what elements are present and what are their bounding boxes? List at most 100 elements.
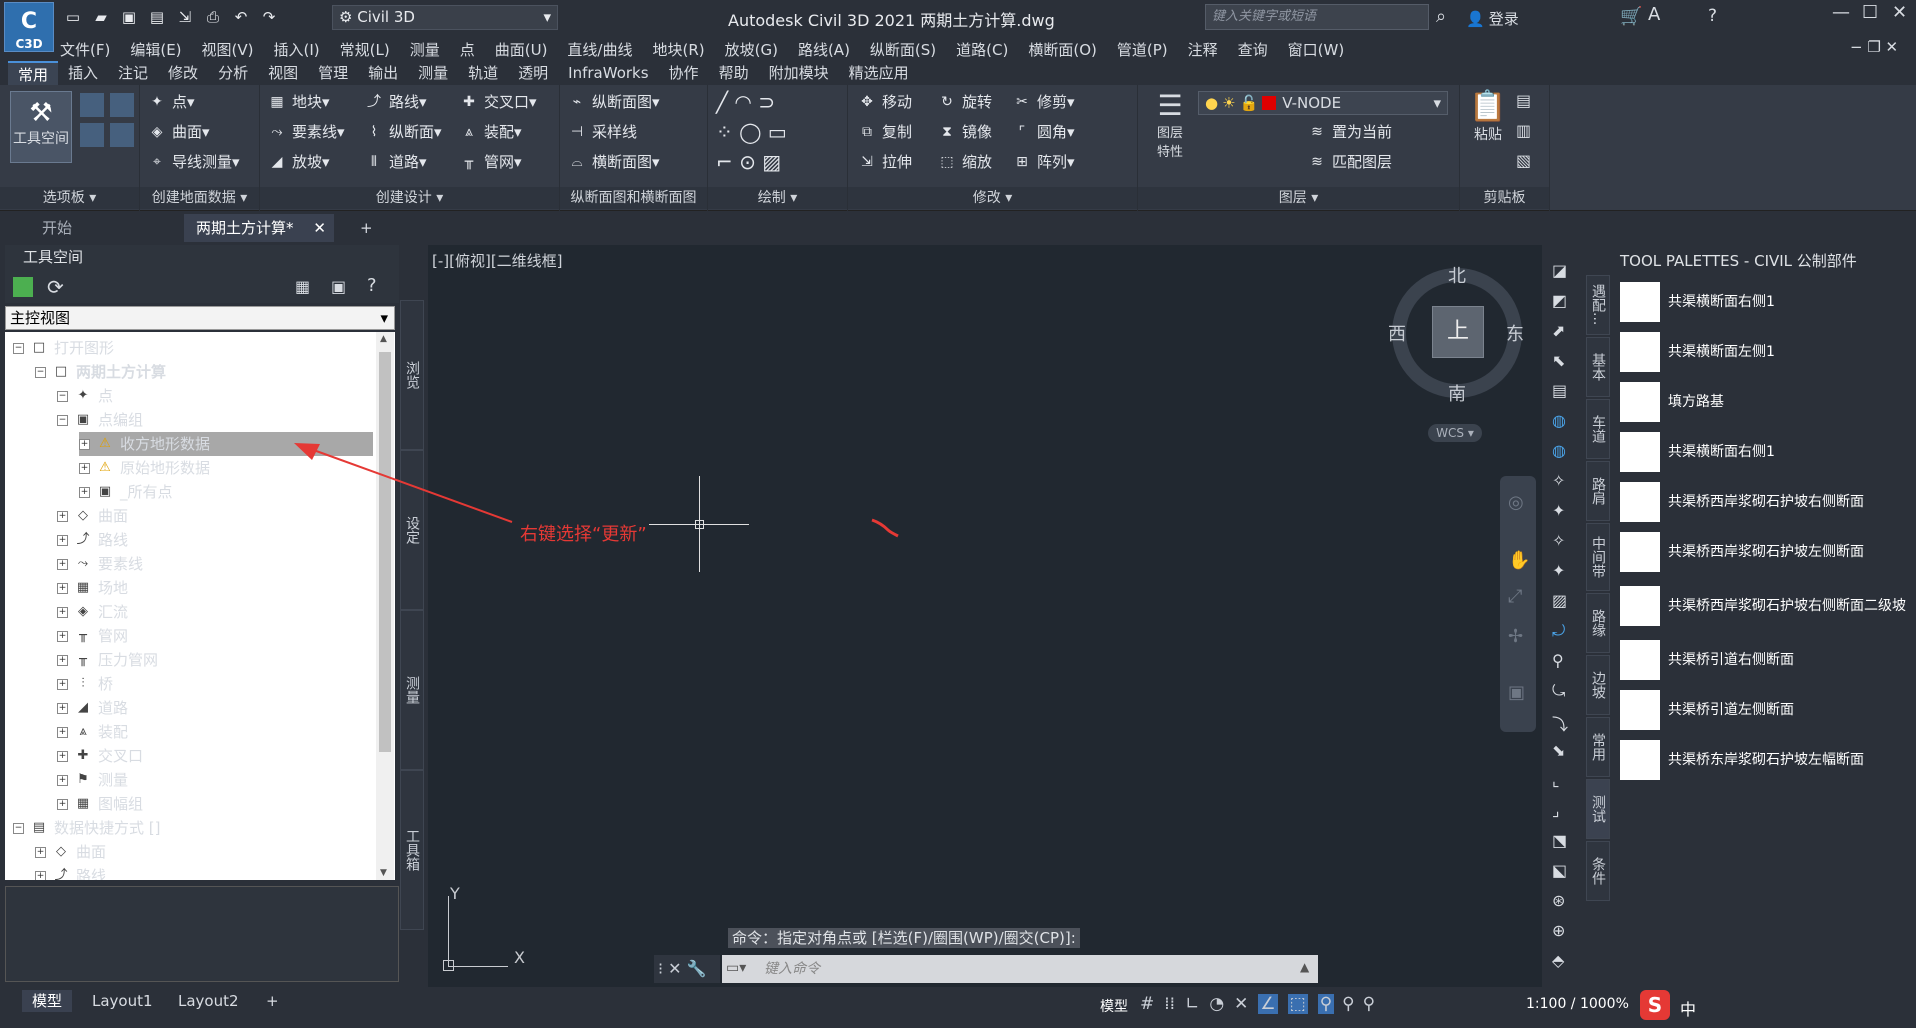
tool-icon[interactable]: ◩ — [1552, 291, 1567, 310]
showmotion-icon[interactable]: ▣ — [1508, 682, 1525, 703]
scroll-down-icon[interactable]: ▼ — [380, 868, 387, 878]
new-icon[interactable]: ▭ — [62, 6, 84, 28]
ribbon-tab[interactable]: 轨道 — [458, 61, 508, 85]
tool-icon[interactable]: ⬔ — [1552, 831, 1567, 850]
login-button[interactable]: 👤 登录 — [1466, 8, 1519, 29]
compass-west[interactable]: 西 — [1388, 320, 1406, 346]
menu-item[interactable]: 文件(F) — [60, 39, 110, 60]
expand-toggle-icon[interactable]: + — [57, 726, 68, 738]
assembly-button[interactable]: ⩓ 装配 ▾ — [460, 119, 522, 145]
hatch-icon[interactable]: ⌐ ⊙ ▨ — [716, 149, 781, 175]
palette-tab[interactable]: 常用 — [1586, 717, 1610, 777]
tab-model[interactable]: 模型 — [22, 990, 73, 1012]
tree-node[interactable]: + ◈ 汇流 — [57, 600, 128, 624]
expand-toggle-icon[interactable]: + — [57, 630, 68, 642]
ribbon-tab[interactable]: 视图 — [258, 61, 308, 85]
toolspace-button[interactable]: ⚒ 工具空间 — [10, 91, 72, 163]
tool-icon[interactable]: ◪ — [1552, 261, 1567, 280]
palette-tab[interactable]: 条件 — [1586, 841, 1610, 901]
tool-icon[interactable]: ⌟ — [1552, 801, 1560, 820]
command-prompt-icon[interactable]: ▭▾ — [726, 960, 746, 976]
palette-icon[interactable] — [80, 123, 104, 147]
tree-scrollbar[interactable]: ▲ ▼ — [376, 332, 394, 880]
parcel-button[interactable]: ▦ 地块 ▾ — [268, 89, 329, 115]
snap-icon[interactable]: ⁞⁞ — [1164, 994, 1175, 1014]
panel-title[interactable]: 创建地面数据 ▾ — [140, 187, 259, 209]
palette-icon[interactable] — [110, 93, 134, 117]
tab-prospector[interactable]: 浏览 — [400, 300, 424, 450]
osnap-icon[interactable]: ✕ — [1234, 994, 1248, 1014]
ribbon-tab[interactable]: 测量 — [408, 61, 458, 85]
pipe-network-button[interactable]: ╥ 管网 ▾ — [460, 149, 522, 175]
annotation-scale-icon[interactable]: ⚲ — [1363, 994, 1375, 1014]
polar-icon[interactable]: ◔ — [1209, 994, 1224, 1014]
tree-node[interactable]: − ✦ 点 — [57, 384, 113, 408]
doc-window-controls[interactable]: − ❐ ✕ — [1850, 38, 1898, 56]
menu-item[interactable]: 编辑(E) — [130, 39, 181, 60]
autodesk-icon[interactable]: A — [1648, 4, 1660, 25]
ribbon-tab[interactable]: 管理 — [308, 61, 358, 85]
maximize-icon[interactable]: ☐ — [1862, 2, 1878, 23]
scale-button[interactable]: ⬚ 缩放 — [938, 149, 992, 175]
profile-view-button[interactable]: ⌁ 纵断面图 ▾ — [568, 89, 660, 115]
palette-tab[interactable]: 车道 — [1586, 399, 1610, 459]
menu-item[interactable]: 纵断面(S) — [870, 39, 936, 60]
copy-clip-icon[interactable]: ▥ — [1516, 121, 1531, 140]
orbit-icon[interactable]: ✢ — [1508, 626, 1523, 647]
featureline-button[interactable]: ⤳ 要素线 ▾ — [268, 119, 344, 145]
scrollbar-thumb[interactable] — [379, 352, 391, 752]
tool-icon[interactable]: ✦ — [1552, 501, 1565, 520]
view-select[interactable]: 主控视图 ▾ — [5, 306, 395, 330]
menu-item[interactable]: 直线/曲线 — [567, 39, 632, 60]
tab-layout2[interactable]: Layout2 — [168, 990, 249, 1012]
alignment-button[interactable]: ⤴ 路线 ▾ — [365, 89, 427, 115]
tool-icon[interactable]: ⤾ — [1552, 621, 1565, 641]
expand-toggle-icon[interactable]: − — [13, 822, 24, 834]
ribbon-tab[interactable]: 附加模块 — [759, 61, 839, 85]
expand-toggle-icon[interactable]: − — [57, 390, 68, 402]
wcs-menu[interactable]: WCS ▾ — [1428, 424, 1482, 442]
tree-node[interactable]: + ◇ 曲面 — [57, 504, 128, 528]
tree-node[interactable]: + ⚠ 原始地形数据 — [79, 456, 210, 480]
command-line-handle[interactable]: ⁝ ✕ 🔧 — [654, 955, 720, 983]
tab-current-drawing[interactable]: 两期土方计算* ✕ — [184, 214, 334, 242]
menu-item[interactable]: 点 — [460, 39, 475, 60]
tool-icon[interactable]: ⬊ — [1552, 741, 1565, 760]
copy-button[interactable]: ⧉ 复制 — [858, 119, 912, 145]
ribbon-tab[interactable]: 精选应用 — [839, 61, 919, 85]
panel-title[interactable]: 创建设计 ▾ — [260, 187, 559, 209]
tab-survey[interactable]: 测量 — [400, 610, 424, 770]
trim-button[interactable]: ✂ 修剪 ▾ — [1013, 89, 1074, 115]
tree-node[interactable]: + ◢ 道路 — [57, 696, 128, 720]
mirror-button[interactable]: ⧗ 镜像 — [938, 119, 992, 145]
profile-button[interactable]: ⌇ 纵断面 ▾ — [365, 119, 442, 145]
app-logo[interactable]: C C3D — [4, 2, 54, 52]
menu-item[interactable]: 曲面(U) — [495, 39, 548, 60]
tree-node[interactable]: + ▦ 图幅组 — [57, 792, 143, 816]
expand-toggle-icon[interactable]: + — [35, 870, 46, 880]
help-icon[interactable]: ? — [367, 275, 377, 296]
ribbon-tab[interactable]: 输出 — [358, 61, 408, 85]
menu-item[interactable]: 测量 — [410, 39, 440, 60]
tool-icon[interactable]: ▤ — [1552, 381, 1567, 400]
ribbon-tab[interactable]: 注记 — [108, 61, 158, 85]
palette-item[interactable]: 共渠横断面右侧1 — [1620, 280, 1910, 324]
fillet-button[interactable]: ⌜ 圆角 ▾ — [1013, 119, 1075, 145]
panel-title[interactable]: 修改 ▾ — [848, 187, 1137, 209]
tool-icon[interactable]: ⤿ — [1552, 681, 1565, 701]
move-button[interactable]: ✥ 移动 — [858, 89, 912, 115]
search-icon[interactable]: ⌕ — [1436, 6, 1446, 27]
help-icon[interactable]: ? — [1708, 6, 1717, 26]
new-tab-icon[interactable]: + — [348, 214, 378, 242]
tree-node[interactable]: − ▤ 数据快捷方式 [] — [13, 816, 160, 840]
save-as-icon[interactable]: ▤ — [146, 6, 168, 28]
expand-toggle-icon[interactable]: + — [35, 846, 46, 858]
tool-icon[interactable]: ⬘ — [1552, 951, 1564, 970]
tree-node[interactable]: + ◇ 曲面 — [35, 840, 106, 864]
open-icon[interactable]: ▰ — [90, 6, 112, 28]
lineweight-icon[interactable]: ∠ — [1258, 994, 1278, 1014]
grading-button[interactable]: ◢ 放坡 ▾ — [268, 149, 330, 175]
expand-toggle-icon[interactable]: + — [79, 486, 90, 498]
command-input[interactable]: 键入命令 — [722, 955, 1318, 983]
palette-tab[interactable]: 遇配... — [1586, 275, 1610, 335]
